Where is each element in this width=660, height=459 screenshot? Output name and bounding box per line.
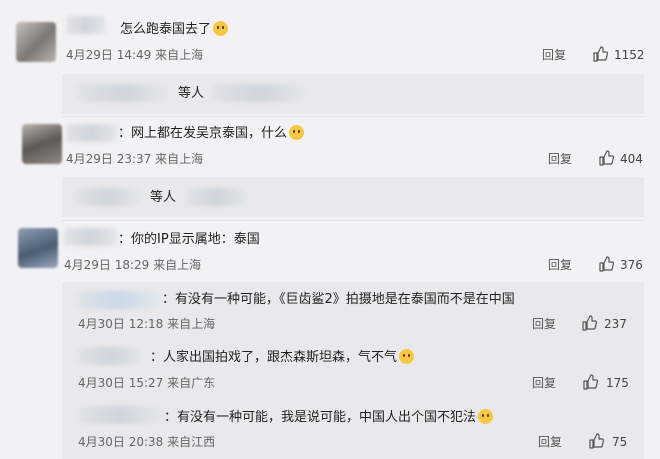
reply-timestamp: 4月30日 15:27 来自广东: [78, 376, 216, 390]
like-count: 376: [620, 258, 643, 272]
comment-text: ：网上都在发吴京泰国，什么: [118, 125, 305, 143]
username-blurred: [186, 188, 248, 206]
like-count: 75: [612, 435, 628, 449]
username-blurred[interactable]: [66, 16, 106, 34]
reply-button[interactable]: 回复: [538, 434, 562, 450]
reply-text: ：人家出国拍戏了，跟杰森斯坦森，气不气: [150, 349, 415, 367]
username-blurred: [212, 84, 308, 102]
reply-timestamp: 4月30日 12:18 来自上海: [78, 317, 216, 331]
username-blurred[interactable]: [78, 406, 162, 424]
avatar[interactable]: [22, 124, 62, 164]
username-blurred: [76, 188, 142, 206]
avatar[interactable]: [16, 22, 56, 62]
thumbs-up-icon[interactable]: [592, 46, 608, 62]
username-blurred[interactable]: [64, 228, 118, 246]
username-blurred[interactable]: [78, 347, 144, 365]
smile-emoji-icon: [399, 349, 415, 364]
like-count: 175: [606, 376, 629, 390]
avatar[interactable]: [18, 228, 58, 268]
doge-emoji-icon: [289, 125, 305, 140]
username-blurred: [78, 84, 170, 102]
reply-timestamp: 4月30日 20:38 来自江西: [78, 435, 216, 449]
like-count: 1152: [614, 48, 645, 62]
username-blurred[interactable]: [66, 124, 118, 142]
like-count: 237: [604, 317, 627, 331]
username-blurred[interactable]: [78, 291, 160, 309]
comment-text: ：你的IP显示属地：泰国: [118, 232, 260, 247]
comment-text: 怎么跑泰国去了: [120, 21, 229, 39]
thumbs-up-icon[interactable]: [581, 315, 597, 331]
reply-button[interactable]: 回复: [548, 257, 572, 273]
reply-button[interactable]: 回复: [532, 316, 556, 332]
thumbs-up-icon[interactable]: [588, 433, 604, 449]
thumbs-up-icon[interactable]: [598, 256, 614, 272]
reply-text: ：有没有一种可能，我是说可能，中国人出个国不犯法: [164, 409, 494, 427]
reply-button[interactable]: 回复: [548, 151, 572, 167]
like-count: 404: [620, 152, 643, 166]
reply-button[interactable]: 回复: [542, 47, 566, 63]
reply-text: ：有没有一种可能，《巨齿鲨2》拍摄地是在泰国而不是在中国: [162, 292, 515, 307]
collapsed-replies-text[interactable]: 等人: [150, 189, 176, 207]
comment-timestamp: 4月29日 23:37 来自上海: [66, 152, 204, 166]
collapsed-replies-text[interactable]: 等人: [178, 85, 204, 103]
reply-button[interactable]: 回复: [532, 375, 556, 391]
thumbs-up-icon[interactable]: [598, 150, 614, 166]
thumbs-up-icon[interactable]: [582, 374, 598, 390]
divider: [62, 220, 644, 221]
smile-emoji-icon: [478, 409, 494, 424]
doge-emoji-icon: [213, 21, 229, 36]
comment-timestamp: 4月29日 14:49 来自上海: [66, 48, 204, 62]
comment-timestamp: 4月29日 18:29 来自上海: [64, 258, 202, 272]
divider: [62, 116, 644, 117]
